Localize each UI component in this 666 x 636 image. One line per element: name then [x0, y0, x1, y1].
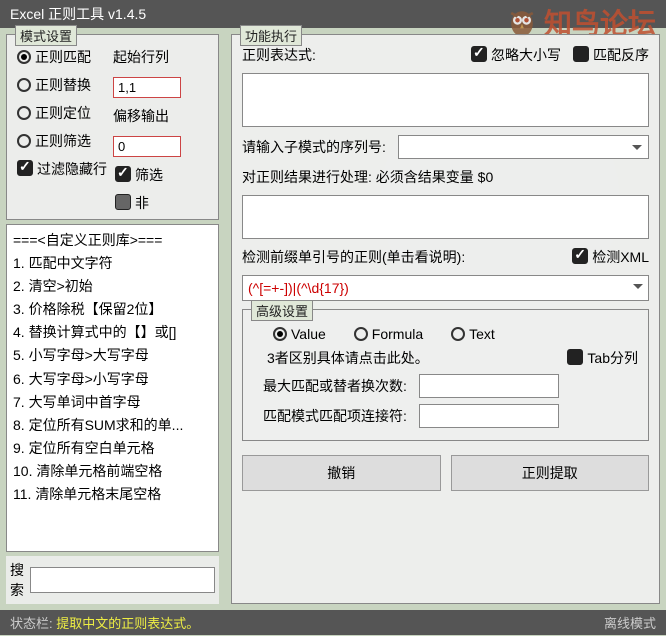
prefix-regex-input[interactable] [242, 275, 649, 301]
advanced-group: 高级设置 Value Formula Text 3者区别具体请点击此处。 Tab… [242, 309, 649, 441]
check-not[interactable]: 非 [115, 193, 181, 213]
extract-button[interactable]: 正则提取 [451, 455, 650, 491]
start-rowcol-input[interactable] [113, 77, 181, 98]
join-label: 匹配模式匹配项连接符: [253, 406, 407, 426]
check-reverse[interactable]: 匹配反序 [573, 45, 649, 65]
list-item[interactable]: 11. 清除单元格末尾空格 [13, 483, 212, 506]
offset-input[interactable] [113, 136, 181, 157]
process-label: 对正则结果进行处理: 必须含结果变量 $0 [242, 167, 649, 187]
process-input[interactable] [242, 195, 649, 239]
max-match-input[interactable] [419, 374, 559, 398]
mode-group-title: 模式设置 [15, 25, 77, 46]
list-item[interactable]: 3. 价格除税【保留2位】 [13, 298, 212, 321]
subpattern-label: 请输入子模式的序列号: [242, 137, 386, 157]
mode-settings-group: 模式设置 正则匹配 正则替换 正则定位 正则筛选 过滤隐藏行 起始行列 偏移输出… [6, 34, 219, 220]
check-xml[interactable]: 检测XML [572, 247, 649, 267]
library-header: ===<自定义正则库>=== [13, 229, 212, 252]
radio-locate[interactable]: 正则定位 [17, 103, 107, 123]
radio-value[interactable]: Value [273, 326, 326, 342]
check-ignore-case[interactable]: 忽略大小写 [471, 45, 561, 65]
status-message: 提取中文的正则表达式。 [56, 616, 199, 631]
exec-group: 功能执行 正则表达式: 忽略大小写 匹配反序 请输入子模式的序列号: 对正则结果… [231, 34, 660, 604]
status-mode: 离线模式 [604, 613, 656, 632]
check-tab-split[interactable]: Tab分列 [567, 348, 638, 368]
check-hide-rows[interactable]: 过滤隐藏行 [17, 159, 107, 179]
radio-formula[interactable]: Formula [354, 326, 423, 342]
list-item[interactable]: 10. 清除单元格前端空格 [13, 460, 212, 483]
list-item[interactable]: 4. 替换计算式中的【】或[] [13, 321, 212, 344]
list-item[interactable]: 5. 小写字母>大写字母 [13, 344, 212, 367]
expr-label: 正则表达式: [242, 45, 316, 65]
list-item[interactable]: 9. 定位所有空白单元格 [13, 437, 212, 460]
offset-label: 偏移输出 [113, 106, 181, 126]
regex-library-list[interactable]: ===<自定义正则库>=== 1. 匹配中文字符 2. 清空>初始 3. 价格除… [6, 224, 219, 552]
list-item[interactable]: 7. 大写单词中首字母 [13, 391, 212, 414]
list-item[interactable]: 6. 大写字母>小写字母 [13, 368, 212, 391]
search-label: 搜索 [10, 560, 24, 600]
subpattern-combo[interactable] [398, 135, 649, 159]
list-item[interactable]: 8. 定位所有SUM求和的单... [13, 414, 212, 437]
list-item[interactable]: 2. 清空>初始 [13, 275, 212, 298]
advanced-group-title: 高级设置 [251, 300, 313, 321]
chevron-down-icon[interactable] [633, 284, 643, 294]
prefix-label[interactable]: 检测前缀单引号的正则(单击看说明): [242, 247, 465, 267]
undo-button[interactable]: 撤销 [242, 455, 441, 491]
search-input[interactable] [30, 567, 215, 593]
status-bar: 状态栏: 提取中文的正则表达式。 离线模式 [0, 610, 666, 635]
list-item[interactable]: 1. 匹配中文字符 [13, 252, 212, 275]
title-bar: Excel 正则工具 v1.4.5 [0, 0, 666, 28]
check-filter[interactable]: 筛选 [115, 165, 181, 185]
join-input[interactable] [419, 404, 559, 428]
radio-text[interactable]: Text [451, 326, 495, 342]
exec-group-title: 功能执行 [240, 25, 302, 46]
radio-match[interactable]: 正则匹配 [17, 47, 107, 67]
regex-expression-input[interactable] [242, 73, 649, 127]
radio-replace[interactable]: 正则替换 [17, 75, 107, 95]
max-match-label: 最大匹配或替者换次数: [253, 376, 407, 396]
start-rowcol-label: 起始行列 [113, 47, 181, 67]
radio-filter[interactable]: 正则筛选 [17, 131, 107, 151]
adv-hint[interactable]: 3者区别具体请点击此处。 [253, 348, 429, 368]
